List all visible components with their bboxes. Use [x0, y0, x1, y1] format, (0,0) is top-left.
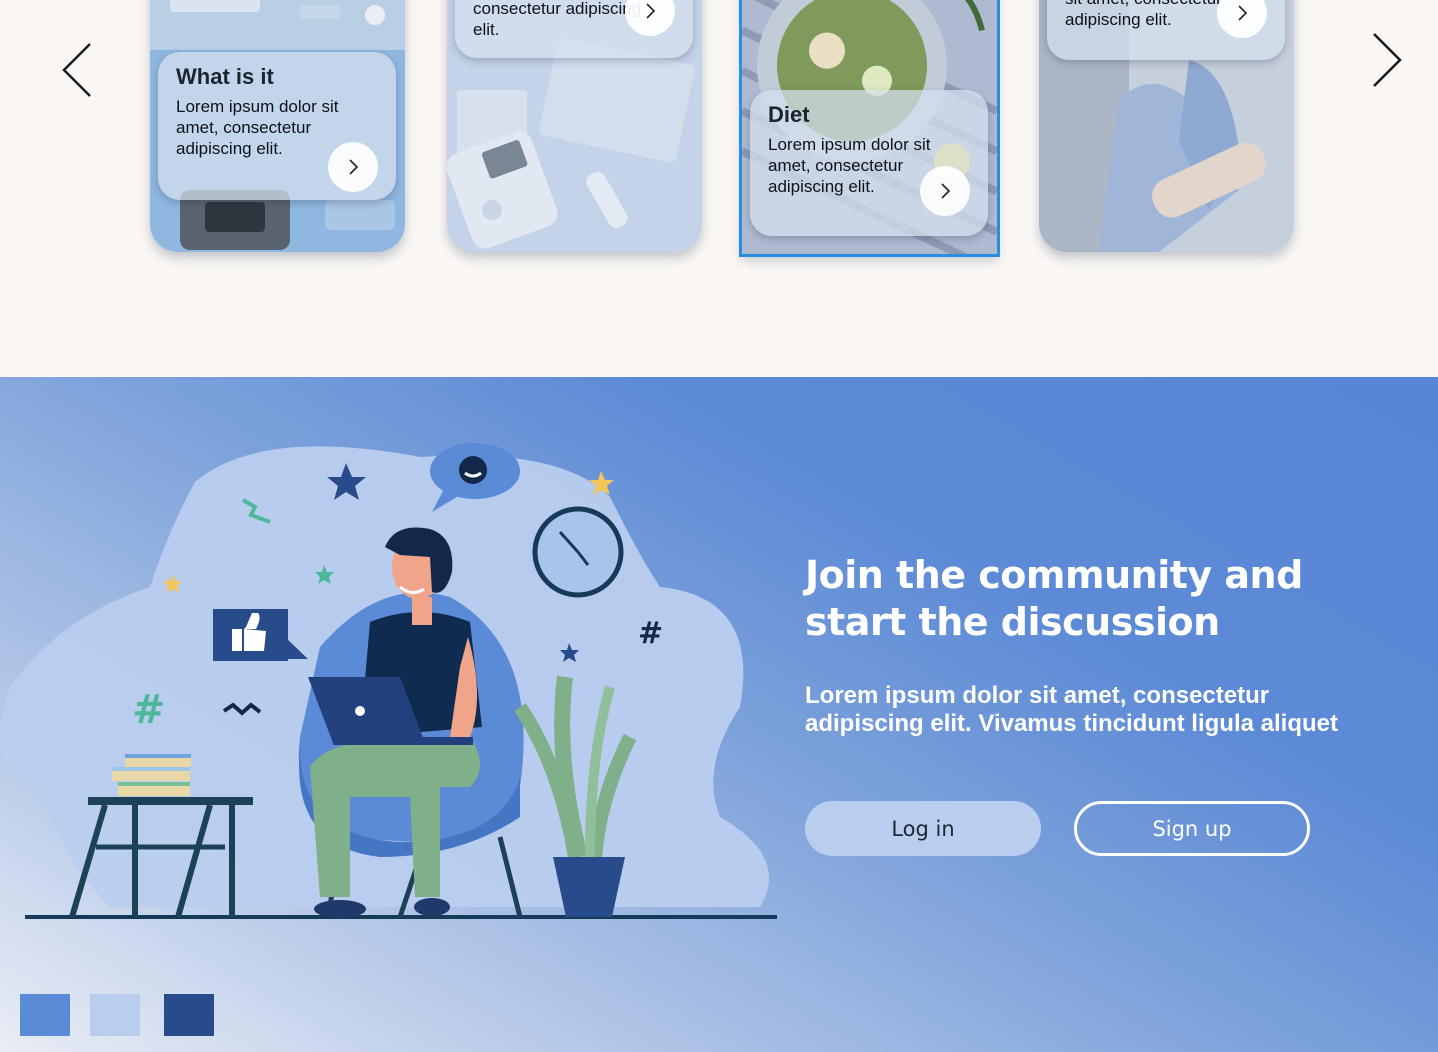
card-title: Diet [768, 102, 810, 127]
carousel-prev-button[interactable] [50, 30, 110, 110]
card-open-button[interactable] [1217, 0, 1267, 38]
color-palette [20, 994, 214, 1036]
chevron-right-icon [646, 3, 656, 19]
signup-button[interactable]: Sign up [1074, 801, 1310, 856]
card-content: sit amet, consectetur adipiscing elit. [1047, 0, 1285, 60]
card-title: What is it [176, 64, 274, 89]
card-open-button[interactable] [920, 166, 970, 216]
card-description: sit amet, consectetur adipiscing elit. [1065, 0, 1222, 29]
carousel-card-diet[interactable]: Diet Lorem ipsum dolor sit amet, consect… [739, 0, 1000, 257]
chevron-left-icon [62, 43, 91, 97]
community-description: Lorem ipsum dolor sit amet, consectetur … [805, 682, 1338, 737]
palette-swatch-dark [164, 994, 214, 1036]
svg-text:#: # [638, 616, 663, 651]
carousel-card-2[interactable]: consectetur adipiscing elit. [447, 0, 702, 252]
carousel-next-button[interactable] [1356, 20, 1416, 100]
community-section: # # Join the community and start the dis… [0, 377, 1438, 1052]
community-illustration: # # [0, 443, 777, 919]
chevron-right-icon [941, 183, 951, 199]
card-content: What is it Lorem ipsum dolor sit amet, c… [158, 52, 396, 200]
card-content: consectetur adipiscing elit. [455, 0, 693, 58]
carousel-card-4[interactable]: sit amet, consectetur adipiscing elit. [1039, 0, 1294, 252]
card-content: Diet Lorem ipsum dolor sit amet, consect… [750, 90, 988, 236]
card-description: Lorem ipsum dolor sit amet, consectetur … [176, 97, 339, 158]
svg-text:#: # [132, 687, 166, 733]
chevron-right-icon [1373, 33, 1402, 87]
palette-swatch-light [90, 994, 140, 1036]
chevron-right-icon [1238, 5, 1248, 21]
palette-swatch-primary [20, 994, 70, 1036]
carousel-card-what-is-it[interactable]: What is it Lorem ipsum dolor sit amet, c… [150, 0, 405, 252]
card-open-button[interactable] [328, 142, 378, 192]
card-description: Lorem ipsum dolor sit amet, consectetur … [768, 135, 931, 196]
chevron-right-icon [349, 159, 359, 175]
card-description: consectetur adipiscing elit. [473, 0, 642, 39]
feature-carousel: What is it Lorem ipsum dolor sit amet, c… [0, 0, 1438, 300]
community-heading: Join the community and start the discuss… [805, 553, 1303, 644]
login-button[interactable]: Log in [805, 801, 1041, 856]
